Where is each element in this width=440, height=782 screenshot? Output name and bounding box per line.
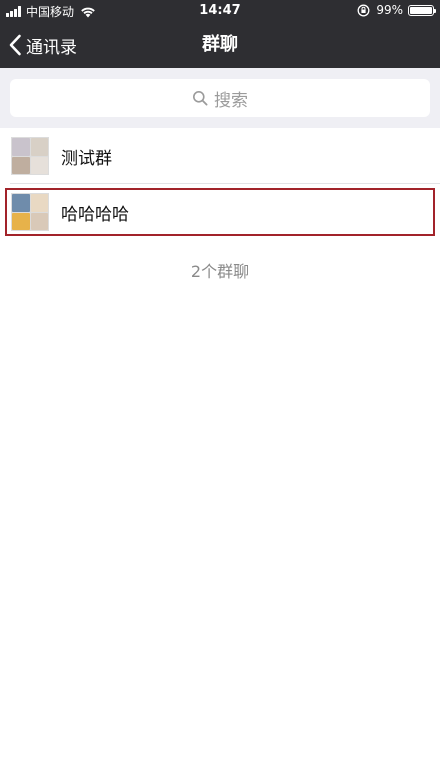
chevron-left-icon	[9, 34, 21, 56]
status-right: 99%	[357, 3, 436, 17]
group-name: 测试群	[61, 148, 112, 169]
group-avatar	[11, 137, 49, 175]
avatar-cell	[12, 156, 30, 174]
battery-icon	[408, 4, 436, 16]
back-label: 通讯录	[26, 37, 77, 58]
avatar-cell	[12, 194, 30, 212]
status-bar: 中国移动 14:47 99%	[0, 0, 440, 22]
nav-bar: 通讯录 群聊	[0, 22, 440, 68]
battery-fill	[410, 6, 432, 14]
avatar-cell	[30, 194, 48, 212]
avatar-cell	[30, 212, 48, 230]
search-area: 搜索	[0, 68, 440, 128]
group-name: 哈哈哈哈	[61, 204, 129, 225]
group-count: 2个群聊	[190, 262, 250, 281]
group-list: 测试群 哈哈哈哈	[0, 128, 440, 240]
search-icon	[193, 91, 208, 106]
list-item[interactable]: 哈哈哈哈	[4, 187, 436, 237]
group-avatar	[11, 193, 49, 231]
back-button[interactable]: 通讯录	[8, 22, 77, 68]
battery-percent: 99%	[376, 3, 403, 17]
list-item[interactable]: 测试群	[0, 128, 440, 184]
avatar-cell	[30, 138, 48, 156]
search-input[interactable]: 搜索	[10, 79, 430, 117]
avatar-cell	[12, 212, 30, 230]
avatar-cell	[30, 156, 48, 174]
orientation-lock-icon	[357, 4, 370, 16]
avatar-cell	[12, 138, 30, 156]
search-placeholder: 搜索	[214, 90, 248, 111]
